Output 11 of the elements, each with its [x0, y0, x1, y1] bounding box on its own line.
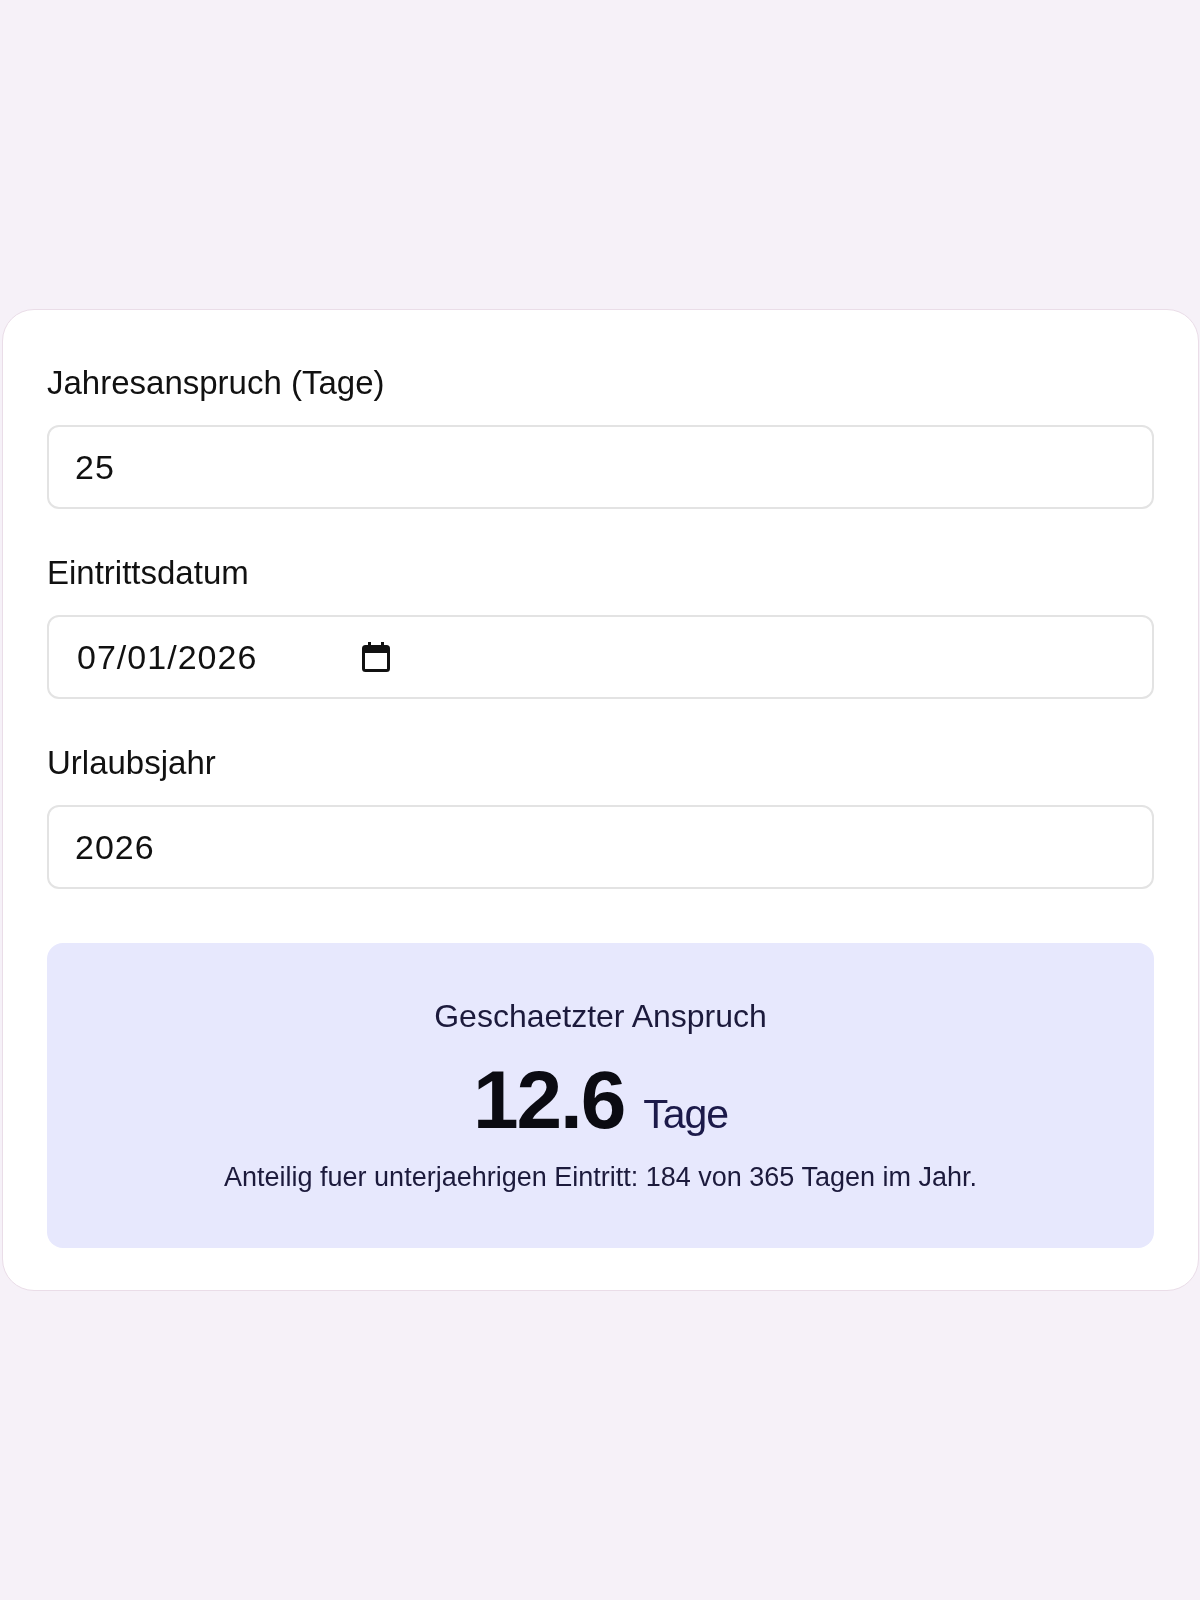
result-note: Anteilig fuer unterjaehrigen Eintritt: 184 von 365 Tagen im Jahr.: [224, 1161, 977, 1193]
field-label: Urlaubsjahr: [47, 745, 216, 781]
result-value: 12.6: [472, 1059, 625, 1141]
input-field[interactable]: 2026: [47, 805, 1154, 889]
input-field[interactable]: 25: [47, 425, 1154, 509]
field-label: Jahresanspruch (Tage): [47, 365, 385, 401]
date-field[interactable]: 07/01/2026: [47, 615, 1154, 699]
result-unit: Tage: [643, 1092, 729, 1136]
field-label: Eintrittsdatum: [47, 555, 249, 591]
calendar-icon[interactable]: [362, 642, 390, 672]
result-title: Geschaetzter Anspruch: [434, 997, 767, 1035]
